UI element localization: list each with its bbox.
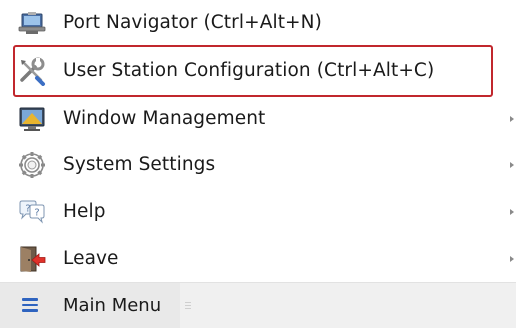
menu-item-label: Help <box>63 201 106 222</box>
menu-item-leave[interactable]: Leave <box>0 236 516 282</box>
menu-item-label: Window Management <box>63 108 266 129</box>
hamburger-icon <box>22 298 38 312</box>
submenu-arrow-icon <box>510 162 514 168</box>
help-icon: ? ? <box>16 196 48 228</box>
bottom-bar: Main Menu <box>0 282 516 328</box>
monitor-icon <box>16 7 48 39</box>
menu-item-system-settings[interactable]: System Settings <box>0 142 516 188</box>
menu-item-label: User Station Configuration (Ctrl+Alt+C) <box>63 60 435 81</box>
window-icon <box>16 103 48 135</box>
main-menu-label: Main Menu <box>63 295 162 316</box>
svg-text:?: ? <box>34 208 39 219</box>
menu-item-label: System Settings <box>63 154 216 175</box>
resize-grip-icon[interactable] <box>185 300 191 310</box>
main-menu-panel: Port Navigator (Ctrl+Alt+N) User Station… <box>0 0 516 328</box>
menu-item-label: Leave <box>63 248 119 269</box>
main-menu-button[interactable]: Main Menu <box>0 283 180 328</box>
exit-icon <box>16 243 48 275</box>
menu-item-window-management[interactable]: Window Management <box>0 96 516 142</box>
gear-icon <box>16 149 48 181</box>
submenu-arrow-icon <box>510 256 514 262</box>
menu-item-help[interactable]: ? ? Help <box>0 189 516 235</box>
tools-icon <box>16 55 48 87</box>
menu-item-user-station-configuration[interactable]: User Station Configuration (Ctrl+Alt+C) <box>0 48 516 94</box>
menu-item-port-navigator[interactable]: Port Navigator (Ctrl+Alt+N) <box>0 0 516 46</box>
submenu-arrow-icon <box>510 116 514 122</box>
menu-item-label: Port Navigator (Ctrl+Alt+N) <box>63 12 322 33</box>
submenu-arrow-icon <box>510 209 514 215</box>
